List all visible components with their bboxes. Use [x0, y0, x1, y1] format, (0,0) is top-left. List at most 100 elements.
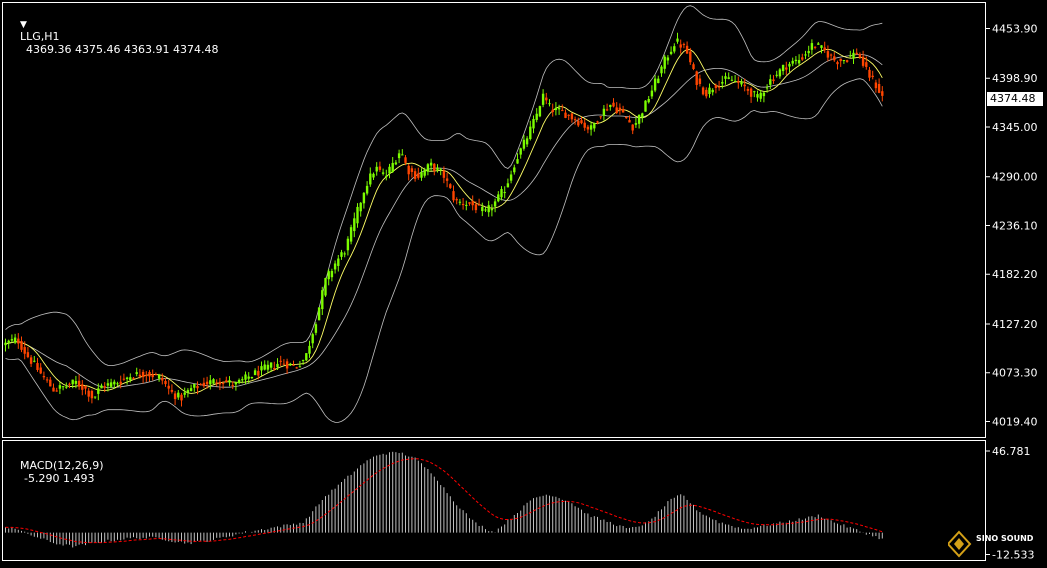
- candle-body: [874, 82, 878, 89]
- candle: [458, 198, 462, 206]
- candle: [29, 354, 33, 368]
- candle-body: [231, 385, 234, 387]
- candle-body: [71, 379, 74, 385]
- candle: [116, 381, 119, 387]
- macd-header: MACD(12,26,9) -5.290 1.493: [6, 446, 104, 498]
- candle-body: [503, 192, 506, 194]
- candle: [180, 392, 183, 407]
- candle: [333, 260, 337, 274]
- candle-body: [295, 367, 298, 369]
- logo-text: SINO SOUND: [976, 534, 1034, 543]
- candle-body: [484, 209, 487, 211]
- candle: [385, 169, 388, 181]
- candle-body: [279, 360, 282, 362]
- chart-canvas[interactable]: 4453.90 4398.90 4345.00 4290.00 4236.10 4182.…: [0, 0, 1047, 564]
- candle-body: [324, 278, 327, 296]
- price-tick-label: 4019.40: [992, 416, 1038, 429]
- candle-body: [465, 204, 468, 206]
- candle: [324, 277, 327, 297]
- candle-body: [225, 380, 228, 383]
- trading-chart[interactable]: 4453.90 4398.90 4345.00 4290.00 4236.10 4182.…: [0, 0, 1047, 564]
- candle: [657, 75, 660, 84]
- candle: [314, 322, 318, 336]
- candle-body: [551, 109, 554, 113]
- candle-body: [753, 91, 756, 93]
- candle: [529, 120, 532, 141]
- candle-body: [282, 363, 286, 365]
- candle-body: [861, 56, 865, 66]
- candle-body: [628, 120, 631, 123]
- candle: [807, 45, 810, 58]
- candle: [420, 168, 423, 181]
- candle: [218, 377, 222, 391]
- candle-body: [7, 340, 10, 344]
- candle: [471, 195, 474, 211]
- candle: [362, 191, 366, 209]
- candle: [666, 55, 670, 65]
- candle-body: [29, 357, 33, 364]
- candle: [481, 202, 484, 217]
- candle-body: [756, 94, 759, 98]
- candle: [468, 202, 471, 206]
- candle-body: [20, 341, 23, 350]
- candle: [653, 75, 657, 93]
- candle-body: [362, 192, 366, 204]
- candle-body: [388, 166, 391, 174]
- candle: [321, 286, 324, 316]
- price-tick-label: 4073.30: [992, 367, 1038, 380]
- candle-body: [330, 270, 334, 278]
- candle: [506, 178, 510, 188]
- candle: [285, 358, 289, 374]
- candle-body: [794, 59, 798, 62]
- candle-body: [196, 385, 199, 389]
- dropdown-triangle-icon[interactable]: ▼: [20, 20, 27, 30]
- candle: [295, 366, 298, 369]
- candle: [781, 64, 785, 75]
- candle-body: [618, 107, 622, 111]
- candle-body: [340, 252, 343, 257]
- candle: [673, 43, 676, 54]
- candle: [330, 268, 334, 282]
- price-tick-label: 4236.10: [992, 219, 1038, 232]
- candle: [637, 114, 641, 129]
- candle-body: [813, 46, 817, 48]
- candle: [733, 75, 737, 82]
- candle: [356, 203, 359, 228]
- candle: [685, 41, 689, 54]
- candle-body: [583, 122, 586, 128]
- candle-body: [685, 45, 689, 54]
- candle: [410, 165, 414, 178]
- candle: [413, 168, 417, 182]
- candle: [68, 382, 71, 389]
- candle-body: [221, 382, 225, 384]
- candle-body: [100, 385, 103, 389]
- candle-body: [413, 171, 417, 179]
- candle-body: [871, 75, 874, 78]
- candle: [554, 102, 558, 116]
- candle-body: [724, 76, 727, 79]
- candle: [401, 149, 404, 156]
- candle: [109, 378, 113, 389]
- candle: [618, 103, 622, 115]
- candle-body: [711, 89, 714, 93]
- candle: [535, 108, 538, 123]
- candle: [359, 202, 362, 217]
- candle-body: [381, 172, 385, 174]
- macd-panel-border: [2, 440, 986, 561]
- candle: [545, 92, 548, 105]
- sino-sound-logo: SINO SOUND: [946, 530, 1043, 560]
- candle: [436, 164, 439, 173]
- candle-body: [621, 109, 625, 113]
- candle: [548, 99, 551, 107]
- candle: [237, 378, 241, 385]
- candle-body: [637, 114, 641, 124]
- candle: [823, 41, 826, 53]
- candle-body: [42, 375, 46, 378]
- candle-body: [759, 92, 762, 99]
- candle: [77, 374, 81, 390]
- candle: [845, 59, 849, 63]
- candle-body: [797, 60, 801, 64]
- candle: [586, 124, 590, 134]
- candle-body: [589, 125, 593, 130]
- candle-body: [138, 374, 142, 377]
